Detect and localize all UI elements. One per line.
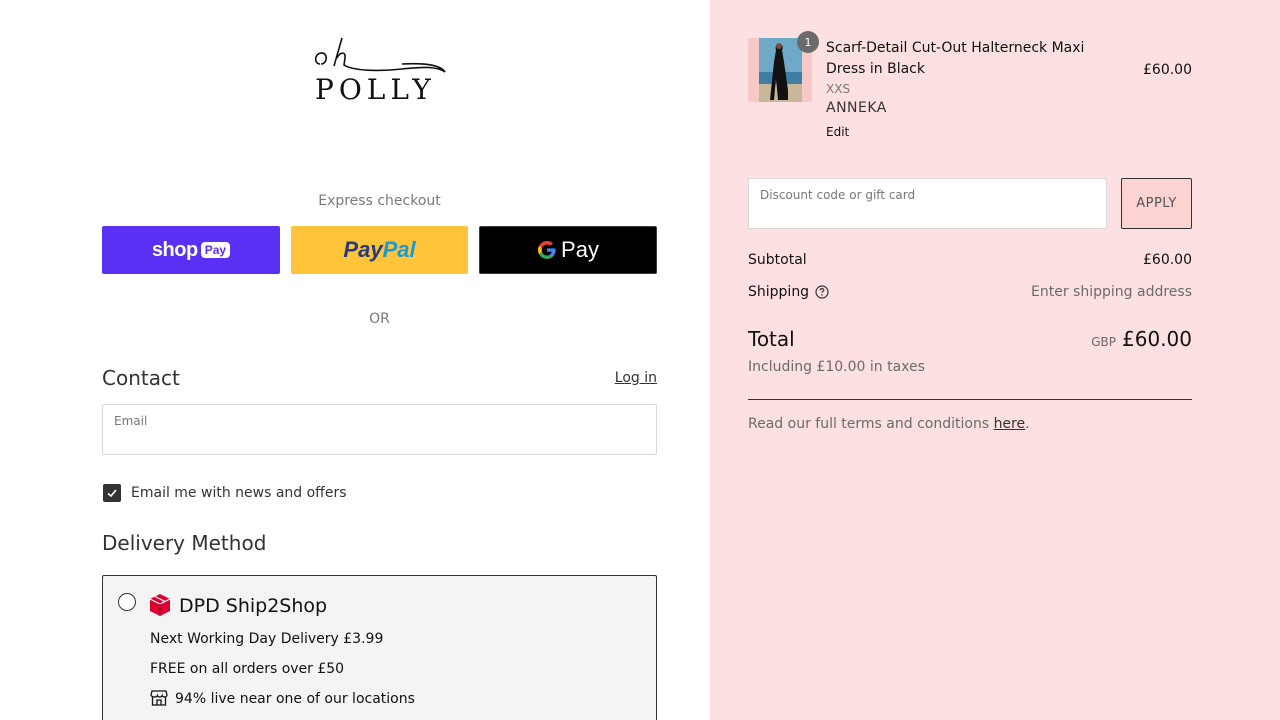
- product-size: XXS: [826, 82, 851, 96]
- shipping-value: Enter shipping address: [1031, 284, 1192, 300]
- subtotal-value: £60.00: [1143, 252, 1192, 268]
- newsletter-checkbox[interactable]: [103, 484, 121, 502]
- email-input[interactable]: [114, 430, 644, 446]
- product-price: £60.00: [1143, 62, 1192, 78]
- store-icon: [150, 690, 168, 706]
- email-field[interactable]: Email: [102, 404, 657, 455]
- logo-script: [314, 37, 446, 73]
- summary-divider: [748, 399, 1192, 400]
- login-link[interactable]: Log in: [615, 370, 657, 386]
- shop-pay-button[interactable]: shop Pay: [102, 226, 280, 274]
- shop-pay-pill: Pay: [200, 242, 231, 258]
- paypal-part1: Pay: [343, 237, 383, 262]
- brand-logo[interactable]: POLLY: [312, 36, 448, 108]
- taxes-note: Including £10.00 in taxes: [748, 359, 925, 375]
- discount-field-label: Discount code or gift card: [760, 188, 916, 202]
- google-pay-button[interactable]: Pay: [479, 226, 657, 274]
- email-field-label: Email: [114, 414, 148, 428]
- dpd-cube-icon: [149, 594, 171, 616]
- shop-pay-word: shop: [151, 238, 198, 261]
- product-variant: ANNEKA: [826, 100, 887, 116]
- shipping-option-radio[interactable]: [118, 593, 136, 611]
- gpay-word: Pay: [561, 237, 599, 262]
- checkmark-icon: [107, 489, 117, 498]
- shipping-label: Shipping: [748, 284, 810, 300]
- shipping-row: Shipping: [748, 284, 829, 300]
- shipping-option-dpd[interactable]: DPD Ship2Shop Next Working Day Delivery …: [102, 575, 657, 720]
- shipping-option-free-note: FREE on all orders over £50: [150, 661, 345, 677]
- paypal-part2: Pal: [382, 237, 416, 262]
- terms-text: Read our full terms and conditions: [748, 416, 994, 432]
- terms-link[interactable]: here: [994, 416, 1026, 432]
- shipping-option-name: DPD Ship2Shop: [179, 595, 328, 617]
- or-divider-label: OR: [369, 311, 390, 327]
- terms-note: Read our full terms and conditions here.: [748, 416, 1030, 432]
- subtotal-label: Subtotal: [748, 252, 807, 268]
- edit-item-link[interactable]: Edit: [826, 125, 849, 139]
- checkout-main-panel: POLLY Express checkout shop Pay PayPal P…: [0, 0, 710, 720]
- delivery-method-heading: Delivery Method: [102, 531, 267, 555]
- terms-end: .: [1025, 416, 1030, 432]
- shipping-option-detail: Next Working Day Delivery £3.99: [150, 631, 384, 647]
- help-icon[interactable]: [815, 285, 829, 299]
- total-value: £60.00: [1122, 327, 1192, 351]
- express-checkout-label: Express checkout: [318, 193, 441, 209]
- total-label: Total: [748, 327, 795, 351]
- discount-field[interactable]: Discount code or gift card: [748, 178, 1107, 229]
- quantity-badge: 1: [797, 31, 819, 53]
- google-g-icon: [538, 241, 556, 259]
- product-name: Scarf-Detail Cut-Out Halterneck Maxi Dre…: [826, 40, 1085, 77]
- paypal-logo: PayPal: [343, 237, 415, 263]
- apply-discount-button[interactable]: APPLY: [1121, 178, 1192, 229]
- paypal-button[interactable]: PayPal: [291, 226, 468, 274]
- total-currency: GBP: [1091, 335, 1116, 349]
- contact-heading: Contact: [102, 366, 180, 390]
- shipping-option-locations-note: 94% live near one of our locations: [175, 691, 415, 707]
- newsletter-label: Email me with news and offers: [131, 485, 347, 501]
- logo-wordmark: POLLY: [315, 73, 436, 106]
- discount-input[interactable]: [760, 204, 1095, 220]
